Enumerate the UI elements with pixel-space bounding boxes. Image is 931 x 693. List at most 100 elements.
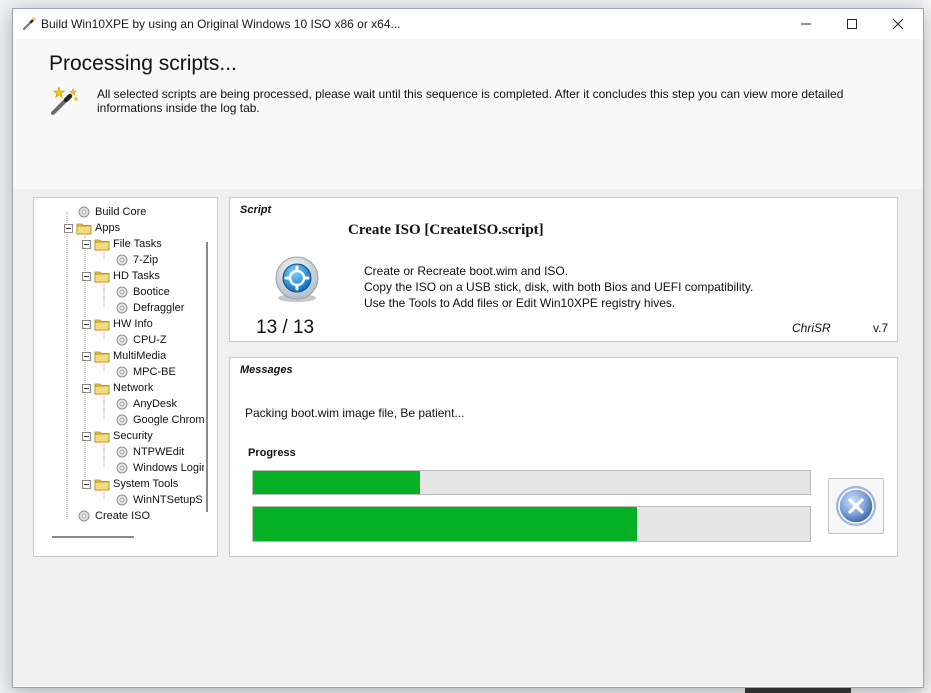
collapse-toggle-icon[interactable] — [82, 479, 91, 489]
page-title: Processing scripts... — [49, 52, 237, 75]
tree-script[interactable]: MPC-BE — [102, 364, 176, 380]
tree-script[interactable]: AnyDesk — [102, 396, 177, 412]
tree-item-label: HD Tasks — [113, 270, 160, 282]
tree-item-label: AnyDesk — [133, 398, 178, 410]
script-version: v.7 — [873, 321, 889, 335]
tree-item-label: HW Info — [113, 318, 153, 330]
main-window: Build Win10XPE by using an Original Wind… — [12, 8, 924, 688]
status-message: Packing boot.wim image file, Be patient.… — [245, 406, 465, 420]
tree-item-label: NTPWEdit — [133, 446, 185, 458]
window-title: Build Win10XPE by using an Original Wind… — [41, 17, 401, 31]
minimize-icon — [801, 23, 811, 25]
script-description-line-3: Use the Tools to Add files or Edit Win10… — [364, 296, 676, 310]
close-button[interactable] — [875, 9, 921, 39]
tree-item-label: Defraggler — [133, 302, 185, 314]
collapse-toggle-icon[interactable] — [82, 239, 91, 249]
tree-item-label: MPC-BE — [133, 366, 176, 378]
tree-script[interactable]: Build Core — [64, 204, 146, 220]
maximize-button[interactable] — [829, 9, 875, 39]
tree-folder[interactable]: File Tasks — [82, 236, 162, 252]
messages-panel: Messages Packing boot.wim image file, Be… — [229, 357, 898, 557]
tree-item-label: Build Core — [95, 206, 147, 218]
tree-item-label: File Tasks — [113, 238, 162, 250]
script-gear-icon — [116, 366, 128, 378]
cancel-button[interactable] — [828, 478, 884, 534]
tree-folder[interactable]: Apps — [64, 220, 120, 236]
collapse-toggle-icon[interactable] — [82, 351, 91, 361]
x-circle-icon — [836, 486, 876, 526]
collapse-toggle-icon[interactable] — [82, 431, 91, 441]
tree-script[interactable]: Defraggler — [102, 300, 184, 316]
script-gear-icon — [116, 254, 128, 266]
script-gear-icon — [78, 206, 90, 218]
tree-script[interactable]: Create ISO — [64, 508, 150, 524]
script-gear-icon — [116, 462, 128, 474]
content-area: Build Core Apps File Tasks 7-Zip HD Tasks Boo… — [13, 189, 923, 686]
tree-script[interactable]: Windows Login Unlocker — [102, 460, 204, 476]
folder-icon — [94, 383, 110, 395]
tree-folder[interactable]: HD Tasks — [82, 268, 160, 284]
script-counter: 13 / 13 — [256, 317, 315, 338]
folder-icon — [94, 239, 110, 251]
script-gear-icon — [116, 494, 128, 506]
total-progress-fill — [253, 507, 638, 541]
tree-horizontal-scrollbar[interactable] — [52, 536, 134, 538]
script-description-line-2: Copy the ISO on a USB stick, disk, with … — [364, 280, 754, 294]
script-gear-icon — [116, 302, 128, 314]
script-gear-icon — [116, 414, 128, 426]
script-author: ChriSR — [792, 321, 831, 335]
collapse-toggle-icon[interactable] — [82, 271, 91, 281]
magic-wand-stars-icon — [51, 86, 78, 115]
messages-section-label: Messages — [240, 364, 293, 376]
magic-wand-icon — [22, 17, 36, 31]
folder-icon — [94, 431, 110, 443]
tree-item-label: Security — [113, 430, 153, 442]
script-tree[interactable]: Build Core Apps File Tasks 7-Zip HD Tasks Boo… — [33, 197, 218, 557]
script-gear-icon — [116, 398, 128, 410]
tree-item-label: 7-Zip — [133, 254, 159, 266]
minimize-button[interactable] — [783, 9, 829, 39]
script-gear-icon — [116, 334, 128, 346]
tree-item-label: Windows Login Unlocker — [133, 462, 204, 474]
script-tree-viewport: Build Core Apps File Tasks 7-Zip HD Tasks Boo… — [34, 198, 204, 538]
folder-icon — [94, 351, 110, 363]
collapse-toggle-icon[interactable] — [82, 319, 91, 329]
tree-item-label: Apps — [95, 222, 121, 234]
total-progress-bar — [252, 506, 811, 542]
tree-script[interactable]: Google Chrome — [102, 412, 204, 428]
folder-icon — [76, 223, 92, 235]
tree-script[interactable]: Bootice — [102, 284, 170, 300]
tree-script[interactable]: CPU-Z — [102, 332, 167, 348]
collapse-toggle-icon[interactable] — [82, 383, 91, 393]
blue-gear-disc-icon — [275, 256, 319, 302]
title-bar[interactable]: Build Win10XPE by using an Original Wind… — [13, 9, 923, 39]
script-description-line-1: Create or Recreate boot.wim and ISO. — [364, 264, 569, 278]
tree-folder[interactable]: MultiMedia — [82, 348, 166, 364]
tree-folder[interactable]: Security — [82, 428, 153, 444]
folder-icon — [94, 319, 110, 331]
tree-item-label: System Tools — [113, 478, 179, 490]
tree-script[interactable]: 7-Zip — [102, 252, 158, 268]
tree-item-label: Google Chrome — [133, 414, 204, 426]
collapse-toggle-icon[interactable] — [64, 223, 73, 233]
script-progress-fill — [253, 471, 421, 494]
tree-item-label: Create ISO — [95, 510, 151, 522]
tree-script[interactable]: NTPWEdit — [102, 444, 184, 460]
tree-folder[interactable]: System Tools — [82, 476, 178, 492]
script-gear-icon — [116, 446, 128, 458]
progress-label: Progress — [248, 447, 296, 459]
tree-item-label: Network — [113, 382, 154, 394]
script-section-label: Script — [240, 204, 272, 216]
tree-folder[interactable]: HW Info — [82, 316, 153, 332]
script-title: Create ISO [CreateISO.script] — [348, 222, 544, 238]
script-gear-icon — [116, 286, 128, 298]
tree-folder[interactable]: Network — [82, 380, 153, 396]
folder-icon — [94, 479, 110, 491]
header-description: All selected scripts are being processed… — [97, 87, 844, 115]
tree-item-label: Bootice — [133, 286, 170, 298]
script-gear-icon — [78, 510, 90, 522]
close-icon — [892, 18, 904, 30]
tree-item-label: CPU-Z — [133, 334, 167, 346]
tree-script[interactable]: WinNTSetupS — [102, 492, 203, 508]
tree-vertical-scrollbar[interactable] — [206, 242, 208, 512]
